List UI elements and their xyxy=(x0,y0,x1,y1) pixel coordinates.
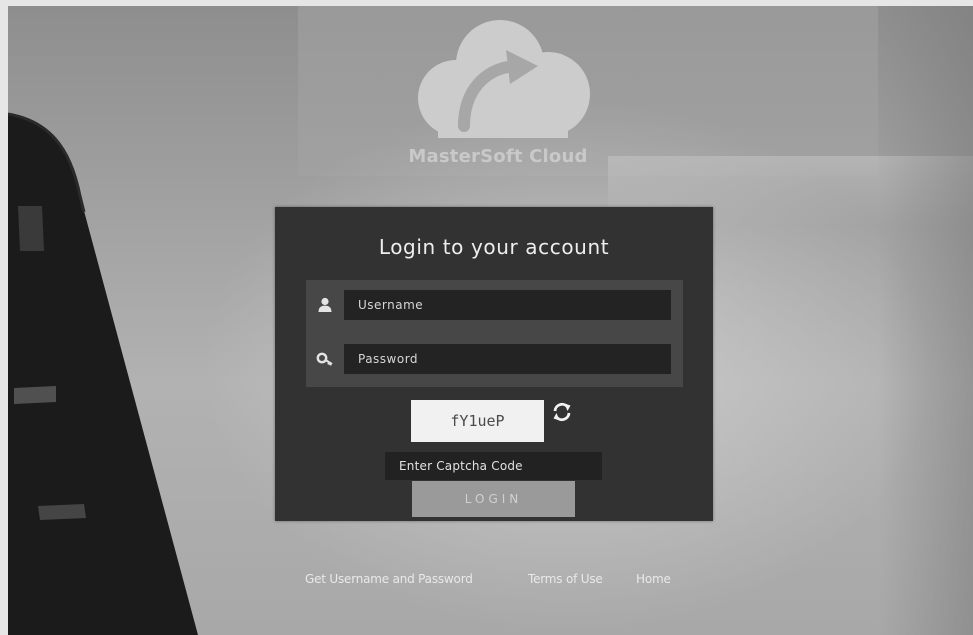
password-input[interactable] xyxy=(344,344,671,374)
terms-of-use-link[interactable]: Terms of Use xyxy=(528,572,603,586)
cloud-sync-icon xyxy=(418,20,590,138)
background-device xyxy=(8,112,198,635)
refresh-icon[interactable] xyxy=(551,401,573,423)
login-title: Login to your account xyxy=(378,235,610,259)
get-credentials-link[interactable]: Get Username and Password xyxy=(305,572,473,586)
captcha-code: fY1ueP xyxy=(411,400,544,442)
username-input[interactable] xyxy=(344,290,671,320)
footer-links: Get Username and Password Terms of Use H… xyxy=(0,572,973,590)
background-shade xyxy=(878,6,973,635)
brand-logo: MasterSoft Cloud xyxy=(398,14,598,174)
login-page: MasterSoft Cloud Login to your account f… xyxy=(0,0,973,635)
password-row xyxy=(306,344,683,374)
credentials-group xyxy=(306,280,683,387)
user-icon xyxy=(318,297,332,312)
brand-name: MasterSoft Cloud xyxy=(408,146,588,167)
username-row xyxy=(306,290,683,320)
captcha-input[interactable] xyxy=(385,452,602,480)
login-panel: Login to your account fY1ueP xyxy=(275,207,713,521)
login-button[interactable]: LOGIN xyxy=(412,481,575,517)
home-link[interactable]: Home xyxy=(636,572,671,586)
key-icon xyxy=(316,352,333,366)
